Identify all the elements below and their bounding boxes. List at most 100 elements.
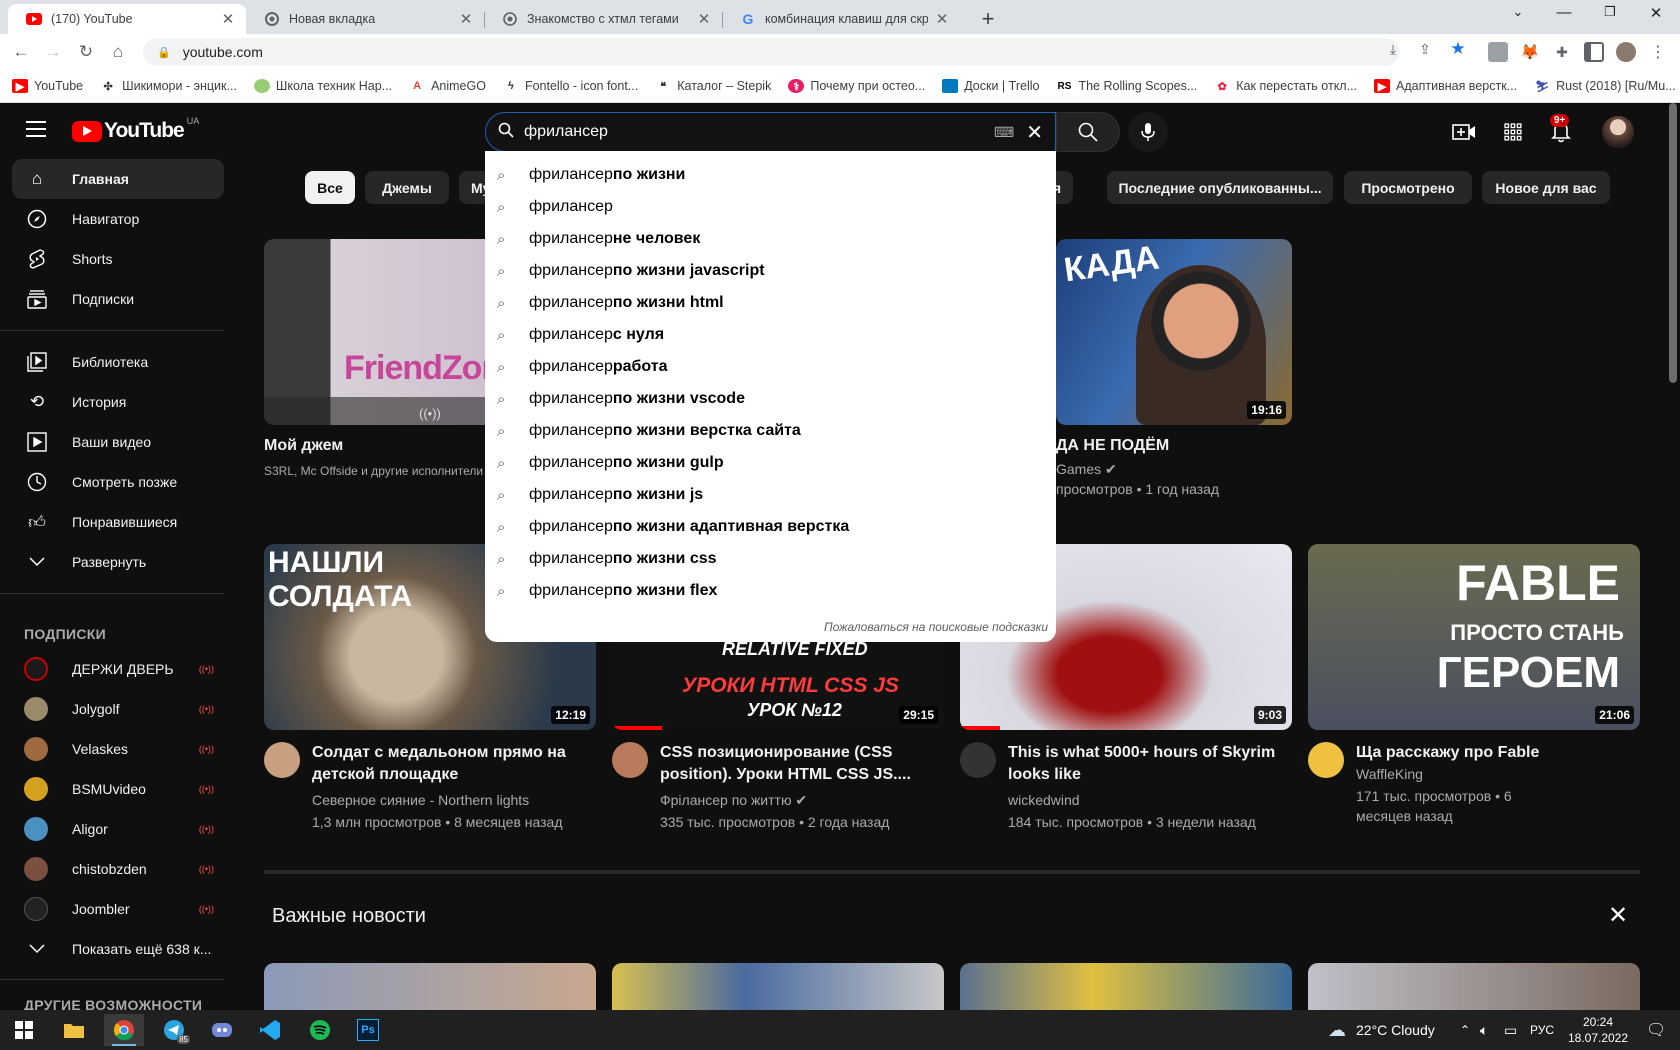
apps-grid-icon[interactable] xyxy=(1500,119,1526,145)
sidebar-item-expand[interactable]: Развернуть xyxy=(12,542,224,582)
bookmark-star-icon[interactable]: ★ xyxy=(1448,39,1468,59)
create-video-icon[interactable] xyxy=(1451,119,1477,145)
minimize-icon[interactable]: — xyxy=(1544,4,1584,21)
close-tab-icon[interactable]: ✕ xyxy=(220,10,236,28)
video-title[interactable]: ДА НЕ ПОДЁМ xyxy=(1056,437,1169,455)
tab-new[interactable]: Новая вкладка ✕ xyxy=(246,4,484,34)
video-title[interactable]: Ща расскажу про Fable xyxy=(1356,742,1636,764)
sidebar-item-your-videos[interactable]: Ваши видео xyxy=(12,422,224,462)
sidebar-item-library[interactable]: Библиотека xyxy=(12,342,224,382)
tab-youtube[interactable]: (170) YouTube ✕ xyxy=(8,4,246,34)
bookmark-item[interactable]: ❝ Каталог – Stepik xyxy=(655,79,771,93)
video-channel[interactable]: Фрілансер по життю ✔ xyxy=(660,792,807,809)
sidebar-show-more[interactable]: Показать ещё 638 к... xyxy=(12,929,224,969)
video-channel[interactable]: WaffleKing xyxy=(1356,766,1423,782)
suggestion-item[interactable]: ⌕ фрилансер по жизни xyxy=(485,159,1056,191)
page-scrollbar[interactable] xyxy=(1667,103,1680,1010)
bookmark-item[interactable]: ▶ Адаптивная верстк... xyxy=(1374,79,1517,93)
volume-icon[interactable]: 🔈︎ xyxy=(1480,1010,1488,1050)
suggestion-item[interactable]: ⌕ фрилансер по жизни css xyxy=(485,543,1056,575)
file-explorer-icon[interactable] xyxy=(54,1014,94,1046)
news-thumbnail[interactable] xyxy=(1308,963,1640,1010)
channel-avatar[interactable] xyxy=(612,742,648,778)
video-channel[interactable]: Games ✔ xyxy=(1056,461,1117,478)
side-panel-icon[interactable] xyxy=(1584,42,1604,62)
bookmark-item[interactable]: RS The Rolling Scopes... xyxy=(1056,79,1198,93)
chip-new-for-you[interactable]: Новое для вас xyxy=(1482,171,1610,204)
video-card[interactable]: КАДА 19:16 ДА НЕ ПОДЁМ Games ✔ просмотро… xyxy=(1056,239,1292,499)
language-indicator[interactable]: РУС xyxy=(1530,1010,1554,1050)
sidebar-item-shorts[interactable]: Shorts xyxy=(12,239,224,279)
scrollbar-thumb[interactable] xyxy=(1669,103,1677,383)
bookmark-item[interactable]: ⛷ Rust (2018) [Ru/Mu... xyxy=(1534,79,1675,93)
search-input[interactable]: фрилансер ⌨ ✕ xyxy=(485,112,1056,152)
tab-google-search[interactable]: G комбинация клавиш для скрин ✕ xyxy=(722,4,960,34)
channel-avatar[interactable] xyxy=(960,742,996,778)
telegram-icon[interactable]: 85 xyxy=(154,1014,194,1046)
video-channel[interactable]: Северное сияние - Northern lights xyxy=(312,792,529,808)
subscription-item[interactable]: Aligor ((•)) xyxy=(12,809,224,849)
forward-icon[interactable]: → xyxy=(42,41,64,63)
photoshop-icon[interactable]: Ps xyxy=(348,1014,388,1046)
keyboard-icon[interactable]: ⌨ xyxy=(994,124,1014,141)
discord-icon[interactable] xyxy=(202,1014,242,1046)
extension-icon[interactable] xyxy=(1488,42,1508,62)
subscription-item[interactable]: ДЕРЖИ ДВЕРЬ ((•)) xyxy=(12,649,224,689)
sidebar-item-history[interactable]: ⟲ История xyxy=(12,382,224,422)
metamask-icon[interactable]: 🦊 xyxy=(1520,42,1540,62)
chip-watched[interactable]: Просмотрено xyxy=(1344,171,1472,204)
bookmark-item[interactable]: ✣ Шикимори - энцик... xyxy=(100,79,237,93)
chip-latest[interactable]: Последние опубликованны... xyxy=(1107,171,1333,204)
sidebar-item-explore[interactable]: Навигатор xyxy=(12,199,224,239)
bookmark-item[interactable]: Доски | Trello xyxy=(942,79,1039,93)
weather-widget[interactable]: ☁ 22°C Cloudy xyxy=(1328,1010,1435,1050)
video-title[interactable]: Мой джем xyxy=(264,437,343,455)
address-bar[interactable]: 🔒 youtube.com xyxy=(143,38,1399,66)
suggestion-item[interactable]: ⌕ фрилансер по жизни javascript xyxy=(485,255,1056,287)
spotify-icon[interactable] xyxy=(300,1014,340,1046)
suggestion-item[interactable]: ⌕ фрилансер с нуля xyxy=(485,319,1056,351)
chrome-icon[interactable] xyxy=(104,1014,144,1046)
tray-expand-icon[interactable]: ⌃ xyxy=(1460,1010,1470,1050)
tab-html-tags[interactable]: Знакомство с хтмл тегами ✕ xyxy=(484,4,722,34)
suggestion-item[interactable]: ⌕ фрилансер по жизни js xyxy=(485,479,1056,511)
report-suggestions-link[interactable]: Пожаловаться на поисковые подсказки xyxy=(824,620,1048,634)
suggestion-item[interactable]: ⌕ фрилансер не человек xyxy=(485,223,1056,255)
account-avatar[interactable] xyxy=(1602,116,1634,148)
chip-jams[interactable]: Джемы xyxy=(365,171,449,204)
vscode-icon[interactable] xyxy=(250,1014,290,1046)
video-card[interactable]: FABLE ПРОСТО СТАНЬ ГЕРОЕМ 21:06 Ща расск… xyxy=(1308,544,1640,834)
news-thumbnail[interactable] xyxy=(612,963,944,1010)
video-title[interactable]: This is what 5000+ hours of Skyrim looks… xyxy=(1008,742,1288,786)
home-icon[interactable]: ⌂ xyxy=(107,41,129,63)
close-icon[interactable]: ✕ xyxy=(1608,901,1628,930)
bookmark-item[interactable]: ⚕ Почему при остео... xyxy=(788,79,925,93)
bookmark-item[interactable]: ϟ Fontello - icon font... xyxy=(503,79,638,93)
suggestion-item[interactable]: ⌕ фрилансер по жизни адаптивная верстка xyxy=(485,511,1056,543)
subscription-item[interactable]: Joombler ((•)) xyxy=(12,889,224,929)
close-window-icon[interactable]: ✕ xyxy=(1636,4,1676,22)
bookmark-item[interactable]: Школа техник Нар... xyxy=(253,79,392,93)
suggestion-item[interactable]: ⌕ фрилансер xyxy=(485,191,1056,223)
restore-icon[interactable]: ❐ xyxy=(1590,4,1630,20)
bookmark-item[interactable]: ✿ Как перестать откл... xyxy=(1214,79,1357,93)
windows-start-icon[interactable] xyxy=(4,1014,44,1046)
close-tab-icon[interactable]: ✕ xyxy=(934,10,950,28)
sidebar-item-home[interactable]: ⌂ Главная xyxy=(12,159,224,199)
suggestion-item[interactable]: ⌕ фрилансер по жизни gulp xyxy=(485,447,1056,479)
voice-search-button[interactable] xyxy=(1128,112,1168,152)
channel-avatar[interactable] xyxy=(264,742,300,778)
subscription-item[interactable]: BSMUvideo ((•)) xyxy=(12,769,224,809)
close-tab-icon[interactable]: ✕ xyxy=(458,10,474,28)
new-tab-icon[interactable]: + xyxy=(976,6,1000,32)
suggestion-item[interactable]: ⌕ фрилансер работа xyxy=(485,351,1056,383)
extensions-puzzle-icon[interactable]: ✚ xyxy=(1552,42,1572,62)
subscription-item[interactable]: Velaskes ((•)) xyxy=(12,729,224,769)
close-tab-icon[interactable]: ✕ xyxy=(696,10,712,28)
network-icon[interactable]: ▭ xyxy=(1504,1010,1517,1050)
tab-search-icon[interactable]: ⌄ xyxy=(1498,4,1538,20)
suggestion-item[interactable]: ⌕ фрилансер по жизни vscode xyxy=(485,383,1056,415)
suggestion-item[interactable]: ⌕ фрилансер по жизни верстка сайта xyxy=(485,415,1056,447)
video-channel[interactable]: wickedwind xyxy=(1008,792,1080,808)
bookmark-item[interactable]: ▶ YouTube xyxy=(12,79,83,93)
